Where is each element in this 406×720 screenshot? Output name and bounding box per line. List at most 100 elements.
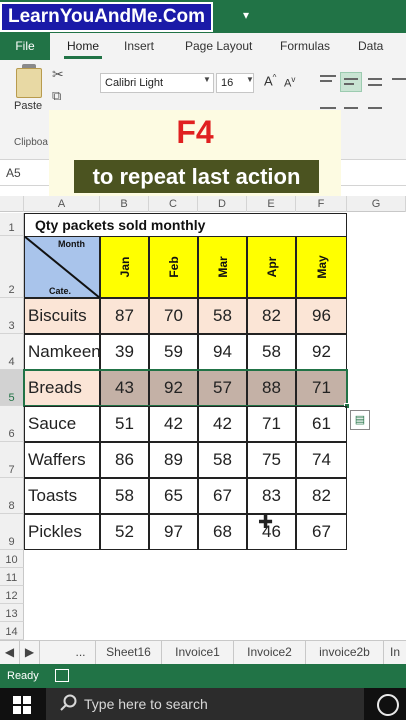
value-cell[interactable]: 82	[296, 478, 347, 514]
row-header[interactable]: 7	[0, 442, 24, 478]
value-cell[interactable]: 52	[100, 514, 149, 550]
macro-recording-icon[interactable]	[55, 669, 69, 682]
row-header[interactable]: 11	[0, 568, 24, 586]
tab-insert[interactable]: Insert	[124, 33, 154, 60]
align-top-icon[interactable]	[320, 75, 336, 77]
copy-icon[interactable]: ⧉	[52, 88, 61, 104]
category-cell[interactable]: Namkeen	[24, 334, 101, 370]
column-header-e[interactable]: E	[247, 196, 296, 212]
table-title[interactable]: Qty packets sold monthly	[24, 213, 347, 236]
value-cell[interactable]: 42	[149, 406, 198, 442]
scroll-right-icon[interactable]: ▶	[20, 640, 40, 664]
tab-page-layout[interactable]: Page Layout	[185, 33, 252, 60]
wrap-text-icon[interactable]	[392, 78, 406, 80]
row-header[interactable]: 2	[0, 236, 24, 298]
month-header[interactable]: Mar	[198, 236, 247, 298]
row-header[interactable]: 12	[0, 586, 24, 604]
row-header[interactable]: 13	[0, 604, 24, 622]
column-header-c[interactable]: C	[149, 196, 198, 212]
chevron-down-icon[interactable]: ▼	[246, 75, 254, 84]
value-cell[interactable]: 67	[296, 514, 347, 550]
value-cell[interactable]: 61	[296, 406, 347, 442]
month-header[interactable]: Apr	[247, 236, 296, 298]
category-cell[interactable]: Pickles	[24, 514, 100, 550]
value-cell[interactable]: 94	[198, 334, 247, 370]
value-cell-selected[interactable]: 88	[247, 370, 296, 406]
font-name-select[interactable]: Calibri Light	[100, 73, 214, 93]
tab-file[interactable]: File	[0, 33, 50, 60]
paste-button-label[interactable]: Paste	[14, 100, 42, 112]
value-cell[interactable]: 96	[296, 298, 347, 334]
align-right-icon[interactable]	[368, 107, 382, 109]
column-header-f[interactable]: F	[296, 196, 347, 212]
more-sheets-button[interactable]: ...	[66, 640, 96, 664]
tab-data[interactable]: Data	[358, 33, 383, 60]
value-cell[interactable]: 42	[198, 406, 247, 442]
name-box[interactable]: A5	[6, 166, 21, 180]
month-header[interactable]: May	[296, 236, 347, 298]
row-header[interactable]: 9	[0, 514, 24, 550]
windows-start-icon[interactable]	[13, 696, 31, 714]
value-cell-selected[interactable]: 71	[296, 370, 347, 406]
row-header[interactable]: 8	[0, 478, 24, 514]
sheet-tab[interactable]: Invoice2	[234, 640, 306, 664]
qat-dropdown-icon[interactable]: ▾	[243, 8, 249, 22]
value-cell[interactable]: 70	[149, 298, 198, 334]
scroll-left-icon[interactable]: ◀	[0, 640, 20, 664]
value-cell[interactable]: 58	[247, 334, 296, 370]
row-header-selected[interactable]: 5	[0, 370, 24, 406]
category-cell[interactable]: Toasts	[24, 478, 100, 514]
value-cell[interactable]: 82	[247, 298, 296, 334]
paste-icon[interactable]	[16, 68, 42, 98]
value-cell[interactable]: 75	[247, 442, 296, 478]
row-header[interactable]: 10	[0, 550, 24, 568]
value-cell[interactable]: 92	[296, 334, 347, 370]
cortana-icon[interactable]	[377, 694, 399, 716]
value-cell[interactable]: 39	[100, 334, 149, 370]
align-middle-button[interactable]	[340, 72, 362, 92]
sheet-tab[interactable]: In	[384, 640, 406, 664]
column-header-a[interactable]: A	[24, 196, 100, 212]
sheet-tab[interactable]: Sheet16	[96, 640, 162, 664]
align-bottom-icon[interactable]	[368, 78, 382, 80]
value-cell[interactable]: 87	[100, 298, 149, 334]
select-all-corner[interactable]	[0, 196, 24, 212]
value-cell[interactable]: 65	[149, 478, 198, 514]
category-cell[interactable]: Sauce	[24, 406, 100, 442]
row-header[interactable]: 3	[0, 298, 24, 334]
quick-analysis-icon[interactable]: ▤	[350, 410, 370, 430]
value-cell-selected[interactable]: 43	[100, 370, 149, 406]
align-left-icon[interactable]	[320, 107, 336, 109]
value-cell[interactable]: 58	[198, 442, 247, 478]
value-cell[interactable]: 58	[198, 298, 247, 334]
value-cell[interactable]: 58	[100, 478, 149, 514]
category-cell-selected[interactable]: Breads	[24, 370, 100, 406]
cut-icon[interactable]: ✂	[52, 66, 64, 83]
value-cell[interactable]: 71	[247, 406, 296, 442]
row-header[interactable]: 6	[0, 406, 24, 442]
value-cell[interactable]: 89	[149, 442, 198, 478]
search-placeholder[interactable]: Type here to search	[84, 688, 208, 720]
sheet-tab[interactable]: invoice2b	[306, 640, 384, 664]
chevron-down-icon[interactable]: ▼	[203, 75, 211, 84]
decrease-font-size-button[interactable]: Av	[284, 75, 295, 90]
column-header-b[interactable]: B	[100, 196, 149, 212]
value-cell[interactable]: 97	[149, 514, 198, 550]
month-header[interactable]: Feb	[149, 236, 198, 298]
value-cell[interactable]: 67	[198, 478, 247, 514]
row-header[interactable]: 4	[0, 334, 24, 370]
category-cell[interactable]: Biscuits	[24, 298, 100, 334]
column-header-g[interactable]: G	[347, 196, 406, 212]
tab-formulas[interactable]: Formulas	[280, 33, 330, 60]
value-cell-selected[interactable]: 92	[149, 370, 198, 406]
value-cell-selected[interactable]: 57	[198, 370, 247, 406]
column-header-d[interactable]: D	[198, 196, 247, 212]
align-center-icon[interactable]	[344, 107, 358, 109]
value-cell[interactable]: 86	[100, 442, 149, 478]
value-cell[interactable]: 83	[247, 478, 296, 514]
category-cell[interactable]: Waffers	[24, 442, 100, 478]
sheet-tab[interactable]: Invoice1	[162, 640, 234, 664]
value-cell[interactable]: 51	[100, 406, 149, 442]
value-cell[interactable]: 68	[198, 514, 247, 550]
increase-font-size-button[interactable]: A^	[264, 73, 276, 88]
